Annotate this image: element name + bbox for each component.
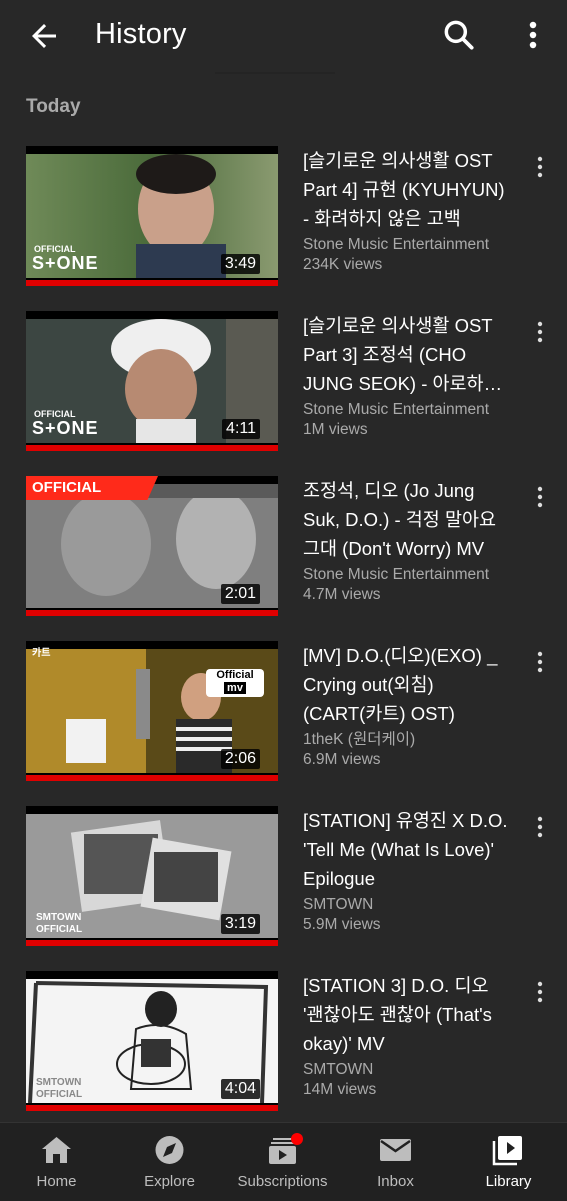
video-menu-icon[interactable]: [528, 154, 552, 180]
channel-name: Stone Music Entertainment: [303, 566, 490, 583]
header-divider: [215, 72, 335, 74]
stone-logo: S+ONE: [32, 418, 99, 438]
nav-library[interactable]: Library: [452, 1123, 565, 1201]
nav-home[interactable]: Home: [0, 1123, 113, 1201]
smtown-logo: SMTOWN OFFICIAL: [36, 912, 83, 935]
back-arrow-icon[interactable]: [26, 18, 62, 54]
video-title[interactable]: [STATION] 유영진 X D.O. 'Tell Me (What Is L…: [303, 806, 513, 893]
nav-subscriptions[interactable]: Subscriptions: [226, 1123, 339, 1201]
inbox-icon: [380, 1139, 411, 1161]
video-thumbnail[interactable]: OFFICIAL S+ONE 3:49: [26, 146, 278, 286]
section-title-today: Today: [26, 96, 81, 117]
view-count: 234K views: [303, 256, 383, 273]
thumbnail-official-label: OFFICIAL: [32, 479, 102, 496]
nav-label: Explore: [144, 1173, 195, 1190]
view-count: 14M views: [303, 1081, 377, 1098]
compass-icon: [155, 1136, 184, 1164]
video-menu-icon[interactable]: [528, 484, 552, 510]
home-icon: [42, 1137, 71, 1163]
video-duration: 2:06: [220, 749, 260, 769]
video-duration: 3:49: [220, 254, 260, 274]
history-video-item[interactable]: OFFICIAL S+ONE 4:11 [슬기로운 의사생활 OST Part …: [0, 311, 567, 471]
video-duration: 3:19: [220, 914, 260, 934]
video-menu-icon[interactable]: [528, 319, 552, 345]
view-count: 4.7M views: [303, 586, 381, 603]
video-thumbnail[interactable]: OFFICIAL S+ONE 4:11: [26, 311, 278, 451]
library-icon: [492, 1136, 522, 1166]
more-options-icon[interactable]: [518, 16, 548, 54]
video-title[interactable]: [STATION 3] D.O. 디오 '괜찮아도 괜찮아 (That's ok…: [303, 971, 513, 1058]
app-bar: History: [0, 0, 567, 72]
view-count: 6.9M views: [303, 751, 381, 768]
video-title[interactable]: [MV] D.O.(디오)(EXO) _ Crying out(외침) (CAR…: [303, 641, 513, 728]
watch-progress-bar: [26, 610, 278, 616]
page-title: History: [95, 18, 187, 50]
video-thumbnail[interactable]: 카트 Official mv 2:06: [26, 641, 278, 781]
history-video-item[interactable]: 카트 Official mv 2:06 [MV] D.O.(디오)(EXO) _ …: [0, 641, 567, 801]
view-count: 5.9M views: [303, 916, 381, 933]
nav-explore[interactable]: Explore: [113, 1123, 226, 1201]
watch-progress-bar: [26, 775, 278, 781]
video-title[interactable]: 조정석, 디오 (Jo Jung Suk, D.O.) - 걱정 말아요 그대 …: [303, 476, 513, 563]
search-icon[interactable]: [440, 16, 478, 54]
nav-label: Home: [36, 1173, 77, 1190]
nav-inbox[interactable]: Inbox: [339, 1123, 452, 1201]
history-video-item[interactable]: OFFICIAL S+ONE 3:49 [슬기로운 의사생활 OST Part …: [0, 146, 567, 306]
video-duration: 4:04: [220, 1079, 260, 1099]
channel-name: SMTOWN: [303, 1061, 374, 1078]
thumbnail-label: 카트: [32, 648, 51, 659]
channel-name: Stone Music Entertainment: [303, 401, 490, 418]
channel-name: SMTOWN: [303, 896, 374, 913]
video-title[interactable]: [슬기로운 의사생활 OST Part 3] 조정석 (CHO JUNG SEO…: [303, 311, 513, 398]
history-video-item[interactable]: OFFICIAL 2:01 조정석, 디오 (Jo Jung Suk, D.O.…: [0, 476, 567, 636]
video-duration: 2:01: [220, 584, 260, 604]
history-video-item[interactable]: SMTOWN OFFICIAL 3:19 [STATION] 유영진 X D.O…: [0, 806, 567, 966]
nav-label: Subscriptions: [237, 1173, 328, 1190]
subscriptions-icon: [269, 1133, 303, 1164]
video-thumbnail[interactable]: SMTOWN OFFICIAL 3:19: [26, 806, 278, 946]
smtown-logo: SMTOWN OFFICIAL: [36, 1077, 83, 1100]
video-title[interactable]: [슬기로운 의사생활 OST Part 4] 규현 (KYUHYUN) - 화려…: [303, 146, 513, 233]
video-menu-icon[interactable]: [528, 979, 552, 1005]
video-menu-icon[interactable]: [528, 814, 552, 840]
video-thumbnail[interactable]: OFFICIAL 2:01: [26, 476, 278, 616]
video-duration: 4:11: [222, 419, 260, 439]
watch-progress-bar: [26, 940, 278, 946]
channel-name: Stone Music Entertainment: [303, 236, 490, 253]
watch-progress-bar: [26, 280, 278, 286]
video-menu-icon[interactable]: [528, 649, 552, 675]
watch-progress-bar: [26, 445, 278, 451]
video-thumbnail[interactable]: SMTOWN OFFICIAL 4:04: [26, 971, 278, 1111]
notification-badge: [291, 1133, 303, 1145]
official-mv-badge: Official mv: [206, 669, 264, 697]
history-video-item[interactable]: SMTOWN OFFICIAL 4:04 [STATION 3] D.O. 디오…: [0, 971, 567, 1131]
view-count: 1M views: [303, 421, 368, 438]
bottom-navigation: Home Explore Subscriptions Inbox Library: [0, 1122, 567, 1201]
nav-label: Library: [485, 1173, 532, 1190]
nav-label: Inbox: [377, 1173, 414, 1190]
channel-name: 1theK (원더케이): [303, 731, 416, 748]
watch-progress-bar: [26, 1105, 278, 1111]
stone-logo: S+ONE: [32, 253, 99, 273]
